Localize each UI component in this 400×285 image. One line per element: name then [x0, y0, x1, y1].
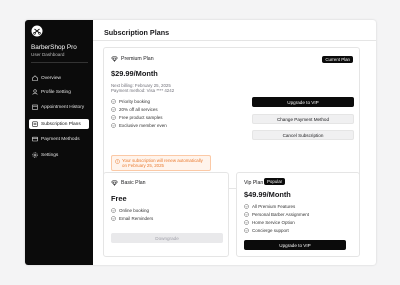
diamond-icon	[111, 180, 118, 186]
main-content: Subscription Plans Premium Plan Current …	[93, 20, 376, 265]
feature-label: Online booking	[119, 208, 150, 213]
alert-circle-icon	[115, 158, 120, 164]
feature-label: Personal Barber Assignment	[252, 212, 310, 217]
check-circle-icon	[111, 115, 116, 120]
sidebar: BarberShop Pro User Dashboard Overview P…	[25, 20, 93, 265]
basic-plan-price: Free	[111, 194, 127, 203]
home-icon	[32, 75, 38, 81]
premium-plan-name: Premium Plan	[121, 56, 154, 62]
premium-plan-price: $29.99/Month	[111, 69, 158, 78]
payment-method-text: Payment method: Visa **** 4242	[111, 88, 175, 93]
subscription-icon	[32, 121, 38, 127]
brand-name: BarberShop Pro	[31, 44, 77, 51]
feature-label: Home Service Option	[252, 220, 295, 225]
sidebar-item-appointment-history[interactable]: Appointment History	[29, 102, 89, 112]
diamond-icon	[111, 56, 118, 62]
feature-item: Exclusive member even	[111, 123, 167, 128]
basic-plan-card: Basic Plan Free Online booking Email Rem…	[103, 172, 229, 257]
check-circle-icon	[244, 220, 249, 225]
barber-logo-icon	[31, 25, 43, 37]
renewal-notice-text: Your subscription will renew automatical…	[122, 158, 203, 169]
sidebar-divider	[31, 62, 88, 63]
feature-label: All Premium Features	[252, 204, 296, 209]
page-title: Subscription Plans	[104, 28, 170, 37]
sidebar-item-label: Settings	[41, 152, 59, 158]
check-circle-icon	[111, 99, 116, 104]
basic-plan-name: Basic Plan	[121, 180, 146, 186]
change-payment-method-button[interactable]: Change Payment Method	[252, 114, 354, 124]
downgrade-button[interactable]: Downgrade	[111, 233, 223, 243]
app-window: BarberShop Pro User Dashboard Overview P…	[25, 20, 376, 265]
check-circle-icon	[244, 212, 249, 217]
calendar-icon	[32, 104, 38, 110]
feature-item: Home Service Option	[244, 220, 295, 225]
feature-item: 20% off all services	[111, 107, 158, 112]
brand-subtitle: User Dashboard	[31, 52, 65, 57]
sidebar-item-overview[interactable]: Overview	[29, 73, 89, 83]
sidebar-item-payment-methods[interactable]: Payment Methods	[29, 134, 89, 144]
sidebar-item-label: Appointment History	[41, 104, 85, 110]
sidebar-item-label: Payment Methods	[41, 136, 80, 142]
title-divider	[93, 40, 376, 41]
vip-plan-name: Vip Plan	[244, 180, 264, 186]
feature-item: Personal Barber Assignment	[244, 212, 309, 217]
check-circle-icon	[111, 216, 116, 221]
feature-item: All Premium Features	[244, 204, 295, 209]
feature-item: Email Reminders	[111, 216, 153, 221]
check-circle-icon	[111, 208, 116, 213]
vip-upgrade-button[interactable]: Upgrade to VIP	[244, 240, 346, 250]
sidebar-item-subscription-plans[interactable]: Subscription Plans	[29, 119, 89, 129]
sidebar-item-settings[interactable]: Settings	[29, 150, 89, 160]
feature-label: Concierge support	[252, 228, 289, 233]
feature-label: 20% off all services	[119, 107, 158, 112]
vip-plan-price: $49.99/Month	[244, 190, 291, 199]
premium-plan-header: Premium Plan	[111, 56, 154, 62]
sidebar-item-label: Subscription Plans	[41, 121, 81, 127]
sidebar-item-profile-setting[interactable]: Profile Setting	[29, 87, 89, 97]
feature-label: Priority booking	[119, 99, 151, 104]
gear-icon	[32, 152, 38, 158]
feature-label: Email Reminders	[119, 216, 154, 221]
feature-item: Priority booking	[111, 99, 150, 104]
popular-badge: Popular	[264, 178, 286, 185]
current-plan-badge: Current Plan	[322, 56, 353, 63]
feature-item: Online booking	[111, 208, 149, 213]
premium-plan-card: Premium Plan Current Plan $29.99/Month N…	[103, 47, 360, 189]
feature-label: Free product samples	[119, 115, 163, 120]
check-circle-icon	[244, 228, 249, 233]
sidebar-item-label: Overview	[41, 75, 61, 81]
upgrade-to-vip-button[interactable]: Upgrade to VIP	[252, 97, 354, 107]
feature-item: Free product samples	[111, 115, 163, 120]
feature-label: Exclusive member even	[119, 123, 167, 128]
basic-plan-header: Basic Plan	[111, 180, 146, 186]
renewal-notice: Your subscription will renew automatical…	[111, 155, 211, 171]
sidebar-item-label: Profile Setting	[41, 89, 71, 95]
feature-item: Concierge support	[244, 228, 289, 233]
vip-plan-card: Vip Plan Popular $49.99/Month All Premiu…	[236, 172, 360, 257]
check-circle-icon	[244, 204, 249, 209]
user-icon	[32, 89, 38, 95]
check-circle-icon	[111, 107, 116, 112]
credit-card-icon	[32, 136, 38, 142]
cancel-subscription-button[interactable]: Cancel Subscription	[252, 130, 354, 140]
check-circle-icon	[111, 123, 116, 128]
